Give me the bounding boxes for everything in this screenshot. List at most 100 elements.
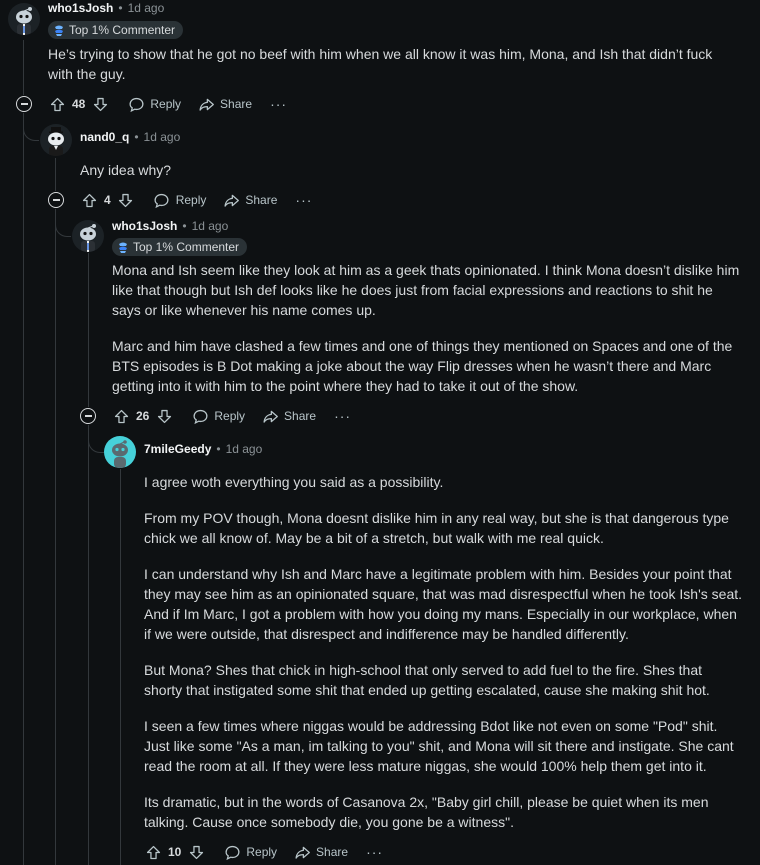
thread-line <box>88 425 89 865</box>
author-name[interactable]: who1sJosh <box>48 1 113 15</box>
downvote-icon[interactable] <box>91 95 109 113</box>
share-label: Share <box>284 409 317 423</box>
user-flair: Top 1% Commenter <box>112 238 248 256</box>
timestamp[interactable]: 1d ago <box>226 442 263 456</box>
comment-paragraph: But Mona? Shes that chick in high-school… <box>144 662 710 698</box>
reply-button[interactable]: Reply <box>191 407 245 425</box>
comment-paragraph: From my POV though, Mona doesnt dislike … <box>144 510 729 546</box>
thread-line <box>120 469 121 865</box>
thread-branch <box>88 425 104 453</box>
snoo-avatar-icon <box>48 127 64 156</box>
comment-paragraph: Mona and Ish seem like they look at him … <box>112 262 740 318</box>
more-icon[interactable]: ··· <box>295 192 312 208</box>
vote-count: 48 <box>72 97 86 111</box>
collapse-icon[interactable] <box>80 408 96 424</box>
comment-body: I agree woth everything you said as a po… <box>144 472 742 832</box>
comment-meta: nand0_q • 1d ago <box>80 130 180 144</box>
flair-label: Top 1% Commenter <box>69 23 176 37</box>
comment-paragraph: I can understand why Ish and Marc have a… <box>144 566 743 642</box>
thread-line <box>88 253 89 407</box>
upvote-icon[interactable] <box>48 95 66 113</box>
upvote-icon[interactable] <box>80 191 98 209</box>
vote-count: 10 <box>168 845 182 859</box>
action-bar: 48 Reply Share ··· <box>48 92 287 116</box>
share-icon <box>293 843 311 861</box>
comment-meta: 7mileGeedy • 1d ago <box>144 442 262 456</box>
comment-body: Any idea why? <box>80 160 730 180</box>
timestamp[interactable]: 1d ago <box>128 1 165 15</box>
snoo-avatar-icon <box>16 7 32 35</box>
more-icon[interactable]: ··· <box>270 96 287 112</box>
share-label: Share <box>316 845 349 859</box>
avatar[interactable] <box>72 220 104 252</box>
share-button[interactable]: Share <box>261 407 316 425</box>
collapse-icon[interactable] <box>48 192 64 208</box>
share-icon <box>222 191 240 209</box>
reply-label: Reply <box>175 193 207 207</box>
separator-dot: • <box>182 219 187 233</box>
downvote-icon[interactable] <box>117 191 135 209</box>
comment-meta: who1sJosh • 1d ago <box>112 219 228 233</box>
timestamp[interactable]: 1d ago <box>144 130 181 144</box>
separator-dot: • <box>216 442 221 456</box>
reply-icon <box>153 191 171 209</box>
more-icon[interactable]: ··· <box>334 408 351 424</box>
downvote-icon[interactable] <box>155 407 173 425</box>
thread-line <box>55 209 56 865</box>
thread-line <box>23 113 24 865</box>
share-button[interactable]: Share <box>222 191 277 209</box>
avatar[interactable] <box>8 3 40 35</box>
flair-icon <box>117 241 129 253</box>
reply-icon <box>223 843 241 861</box>
comment-paragraph: Any idea why? <box>80 162 172 178</box>
action-bar: 4 Reply Share ··· <box>80 188 312 212</box>
comment-paragraph: Its dramatic, but in the words of Casano… <box>144 794 709 830</box>
author-name[interactable]: 7mileGeedy <box>144 442 211 456</box>
share-button[interactable]: Share <box>293 843 348 861</box>
share-label: Share <box>220 97 253 111</box>
reply-icon <box>127 95 145 113</box>
user-flair: Top 1% Commenter <box>48 21 184 39</box>
comment-paragraph: He’s trying to show that he got no beef … <box>48 46 713 82</box>
comment-meta: who1sJosh • 1d ago <box>48 1 164 15</box>
timestamp[interactable]: 1d ago <box>192 219 229 233</box>
comment-paragraph: I agree woth everything you said as a po… <box>144 474 444 490</box>
flair-icon <box>53 24 65 36</box>
share-button[interactable]: Share <box>197 95 252 113</box>
upvote-icon[interactable] <box>112 407 130 425</box>
snoo-avatar-icon <box>80 224 96 252</box>
share-label: Share <box>245 193 278 207</box>
share-icon <box>197 95 215 113</box>
reply-button[interactable]: Reply <box>223 843 277 861</box>
thread-branch <box>55 209 71 237</box>
collapse-icon[interactable] <box>16 96 32 112</box>
comment-paragraph: I seen a few times where niggas would be… <box>144 718 734 774</box>
thread-line <box>55 158 56 191</box>
reply-label: Reply <box>214 409 246 423</box>
upvote-icon[interactable] <box>144 843 162 861</box>
reply-label: Reply <box>246 845 278 859</box>
author-name[interactable]: who1sJosh <box>112 219 177 233</box>
avatar[interactable] <box>40 124 72 156</box>
vote-count: 26 <box>136 409 150 423</box>
separator-dot: • <box>118 1 123 15</box>
comment-paragraph: Marc and him have clashed a few times an… <box>112 338 733 394</box>
more-icon[interactable]: ··· <box>366 844 383 860</box>
vote-count: 4 <box>104 193 111 207</box>
separator-dot: • <box>134 130 139 144</box>
snoo-avatar-icon <box>112 440 128 468</box>
reply-button[interactable]: Reply <box>153 191 207 209</box>
flair-label: Top 1% Commenter <box>133 240 240 254</box>
reply-button[interactable]: Reply <box>127 95 181 113</box>
thread-branch <box>23 113 39 141</box>
action-bar: 10 Reply Share ··· <box>144 840 383 864</box>
reply-icon <box>191 407 209 425</box>
action-bar: 26 Reply Share ··· <box>112 404 351 428</box>
author-name[interactable]: nand0_q <box>80 130 129 144</box>
comment-body: Mona and Ish seem like they look at him … <box>112 260 744 396</box>
comment-body: He’s trying to show that he got no beef … <box>48 44 738 84</box>
thread-line <box>23 40 24 95</box>
downvote-icon[interactable] <box>187 843 205 861</box>
share-icon <box>261 407 279 425</box>
avatar[interactable] <box>104 436 136 468</box>
